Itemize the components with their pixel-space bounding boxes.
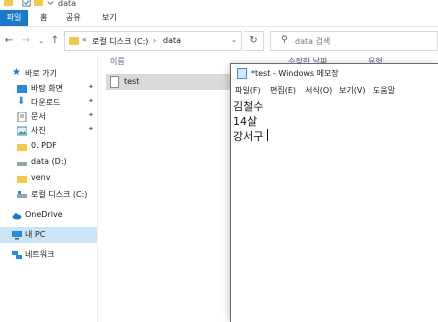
back-arrow-icon[interactable]: ← [3,35,15,47]
desktop-screen: data 파일 홈 공유 보기 ← → ⌄ ↑ « 로컬 디스크 (C:) › … [0,0,438,322]
nav-label: 다운로드 [31,98,61,107]
pin-icon: ✦ [88,111,94,119]
checkbox-icon[interactable] [22,0,31,7]
tab-share[interactable]: 공유 [60,10,87,26]
nav-item-pdf[interactable]: 0. PDF [0,139,97,155]
search-box[interactable]: ⚲ [270,31,438,51]
text-line: 강서구 [233,130,264,143]
text-line: 14살 [233,115,258,128]
document-icon [17,112,27,122]
nav-label: 로컬 디스크 (C:) [31,190,88,199]
nav-quick-access[interactable]: ★ 바로 가기 [0,66,97,82]
address-overflow[interactable]: « [82,35,87,44]
menu-view[interactable]: 보기(V) [339,85,365,96]
nav-label: OneDrive [25,210,63,219]
up-arrow-icon[interactable]: ↑ [49,35,61,47]
menu-file[interactable]: 파일(F) [235,85,261,96]
forward-arrow-icon[interactable]: → [20,35,32,47]
nav-label: 0. PDF [31,141,57,150]
nav-label: venv [31,173,51,182]
nav-item-this-pc[interactable]: 내 PC [0,227,97,243]
nav-label: 문서 [31,112,46,121]
menu-edit[interactable]: 편집(E) [270,85,296,96]
nav-item-onedrive[interactable]: OneDrive [0,208,97,224]
menu-format[interactable]: 서식(O) [305,85,332,96]
chevron-down-icon[interactable] [46,0,55,7]
notepad-title: *test - Windows 메모장 [251,69,339,78]
nav-label: 사진 [31,126,46,135]
notepad-title-bar[interactable]: *test - Windows 메모장 [231,64,438,83]
text-caret [267,129,268,141]
refresh-icon[interactable]: ↻ [244,31,264,51]
chevron-down-icon[interactable]: ⌄ [231,36,237,44]
search-icon: ⚲ [281,35,288,45]
breadcrumb-local-disk[interactable]: 로컬 디스크 (C:) [92,36,148,47]
computer-icon [12,231,22,240]
ribbon-tabs: 파일 홈 공유 보기 [0,10,438,27]
menu-help[interactable]: 도움말 [373,85,395,96]
nav-item-local-disk[interactable]: 로컬 디스크 (C:) [0,187,97,203]
window-title: data [58,0,77,8]
nav-item-data-drive[interactable]: data (D:) [0,155,97,171]
nav-label: data (D:) [31,157,67,166]
pin-icon: ✦ [88,83,94,91]
breadcrumb-data[interactable]: data [163,36,181,45]
new-folder-icon[interactable] [34,0,43,7]
star-icon: ★ [12,67,21,78]
download-icon: ⬇ [17,96,26,107]
recent-chevron-icon[interactable]: ⌄ [35,35,47,47]
notepad-menu-bar: 파일(F) 편집(E) 서식(O) 보기(V) 도움말 [231,83,438,97]
text-file-icon [110,76,119,88]
folder-icon [4,0,13,7]
network-icon [12,251,22,259]
nav-label: 네트워크 [25,250,55,259]
notepad-icon [237,68,247,79]
address-toolbar: ← → ⌄ ↑ « 로컬 디스크 (C:) › data ⌄ ↻ ⚲ [0,27,438,56]
cloud-icon [12,213,22,220]
nav-label: 바로 가기 [25,69,57,78]
tab-view[interactable]: 보기 [96,10,123,26]
nav-item-pictures[interactable]: 사진 ✦ [0,123,97,139]
tab-home[interactable]: 홈 [34,10,53,26]
search-input[interactable] [295,35,425,48]
pin-icon: ✦ [88,125,94,133]
nav-label: 내 PC [25,230,46,239]
text-line: 김철수 [233,100,264,113]
pin-icon: ✦ [88,97,94,105]
navigation-pane: ★ 바로 가기 바탕 화면 ✦ ⬇ 다운로드 ✦ 문서 ✦ 사진 ✦ 0. PD… [0,56,98,322]
folder-icon [17,144,27,151]
desktop-icon [17,85,27,93]
address-bar[interactable]: « 로컬 디스크 (C:) › data ⌄ [64,31,242,51]
pictures-icon [17,126,27,136]
breadcrumb-separator-icon[interactable]: › [153,36,156,45]
drive-icon [17,191,27,198]
nav-item-network[interactable]: 네트워크 [0,247,97,263]
notepad-text-area[interactable]: 김철수 14살 강서구 [231,97,438,322]
column-header-name[interactable]: 이름 [110,56,125,67]
file-name: test [124,77,140,86]
folder-icon [17,176,27,183]
notepad-window: *test - Windows 메모장 파일(F) 편집(E) 서식(O) 보기… [230,63,438,322]
explorer-title-bar: data [0,0,438,10]
tab-file[interactable]: 파일 [0,10,28,26]
file-row[interactable]: test [106,74,236,90]
nav-label: 바탕 화면 [31,84,63,93]
folder-icon [69,37,79,45]
drive-icon [17,162,27,166]
nav-item-venv[interactable]: venv [0,171,97,187]
